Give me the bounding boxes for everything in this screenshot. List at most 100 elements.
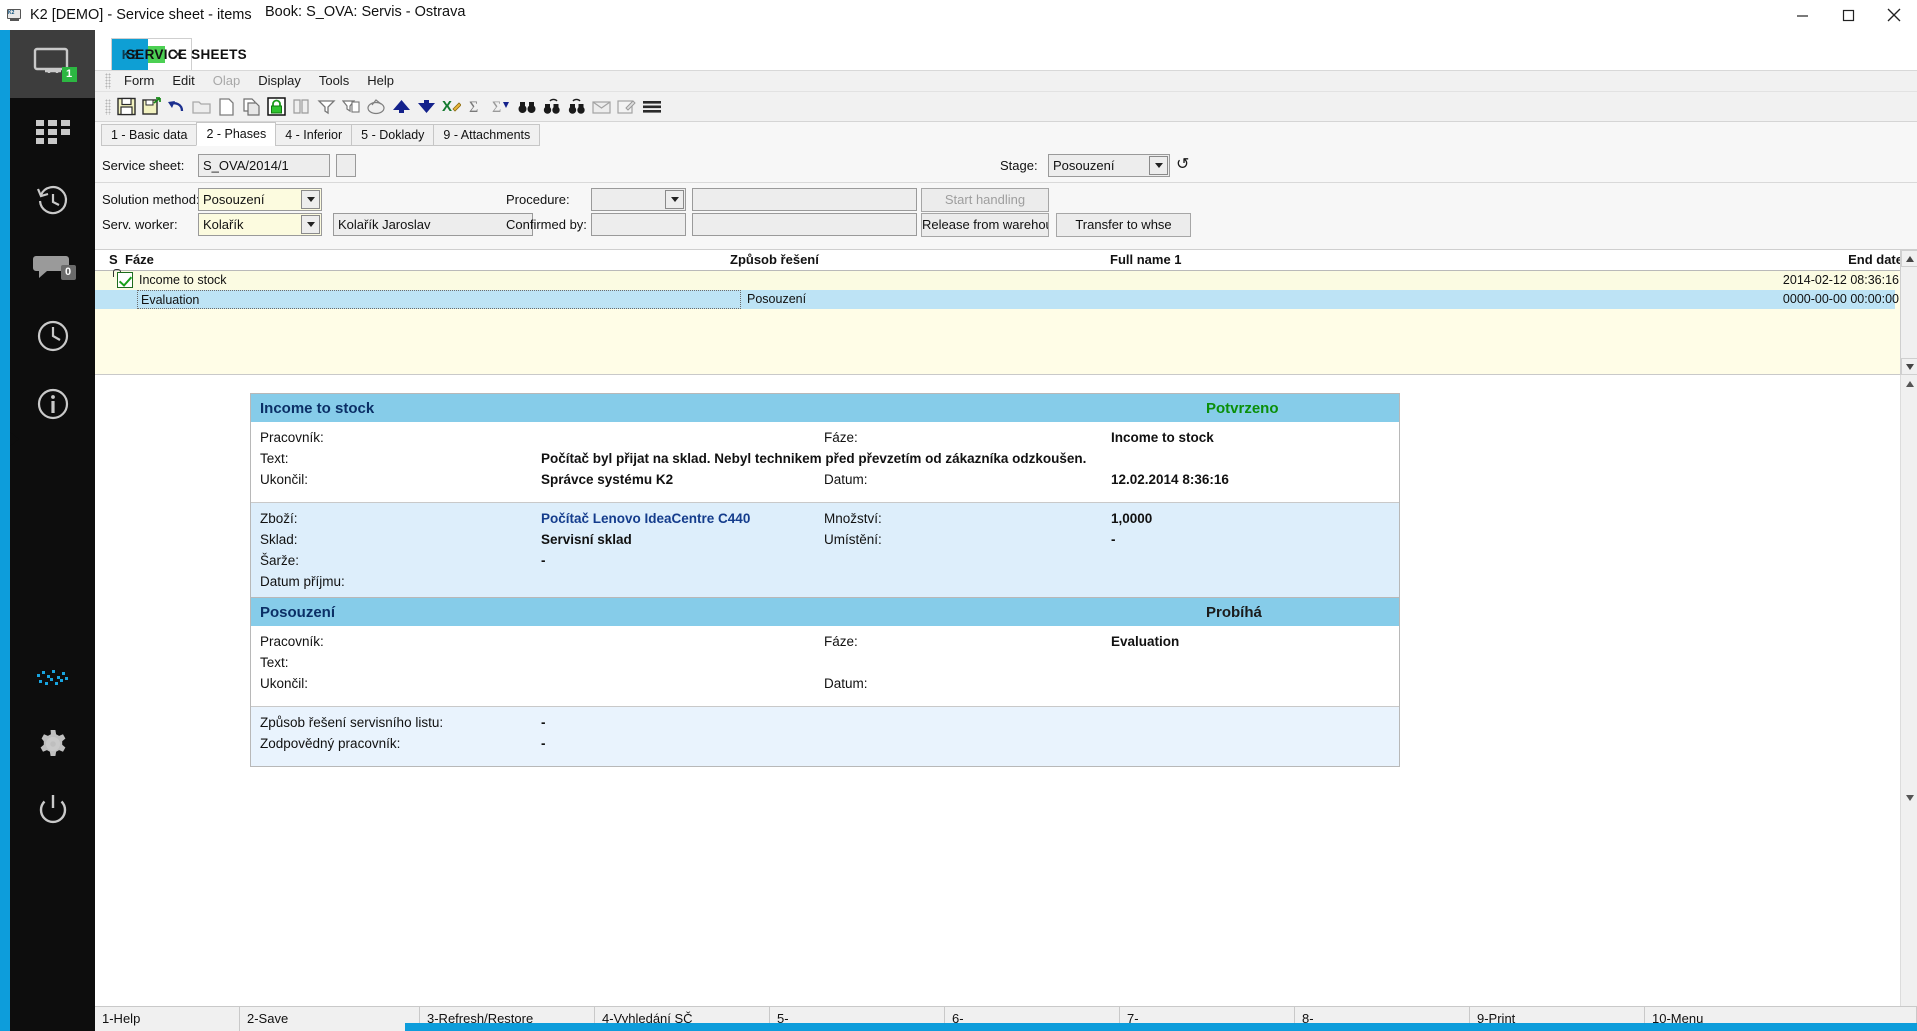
solution-method-combo[interactable]: Posouzení <box>198 188 322 211</box>
close-icon[interactable] <box>1871 0 1917 30</box>
messages-badge: 0 <box>60 265 76 280</box>
grid-col-enddate[interactable]: End date <box>1783 250 1903 270</box>
svg-text:Σ: Σ <box>469 99 478 116</box>
procedure-combo[interactable] <box>591 188 686 211</box>
transfer-to-whse-button[interactable]: Transfer to whse <box>1056 213 1191 237</box>
serv-worker-name-input[interactable]: Kolařík Jaroslav <box>333 213 533 236</box>
rail-item-messages[interactable]: 0 <box>10 234 95 302</box>
release-from-warehouse-button[interactable]: Release from warehouse <box>921 213 1049 237</box>
save-icon[interactable] <box>115 95 138 119</box>
rail-item-history[interactable] <box>10 166 95 234</box>
stage-combo[interactable]: Posouzení <box>1048 154 1170 177</box>
rail-item-settings[interactable] <box>10 710 95 778</box>
detail-row: Pracovník: Fáze: Evaluation <box>251 634 1399 655</box>
chevron-down-icon[interactable] <box>665 190 684 209</box>
grid-header-row: S Fáze Způsob řešení Full name 1 End dat… <box>95 250 1917 271</box>
find-prev-icon[interactable] <box>540 95 563 119</box>
grid-col-s[interactable]: S <box>109 250 118 270</box>
chevron-down-icon[interactable] <box>301 190 320 209</box>
chevron-down-icon[interactable] <box>1149 156 1168 175</box>
card-section-solution: Způsob řešení servisního listu: - Zodpov… <box>251 707 1399 766</box>
find-icon[interactable] <box>515 95 538 119</box>
cell-enddate: 0000-00-00 00:00:00 <box>1782 292 1899 306</box>
detail-vertical-scrollbar[interactable] <box>1900 375 1917 1006</box>
page-tab-doklady[interactable]: 5 - Doklady <box>351 124 435 146</box>
confirmed-by-name-input[interactable] <box>692 213 917 236</box>
find-next-icon[interactable] <box>565 95 588 119</box>
table-row[interactable]: Income to stock 2014-02-12 08:36:16 <box>95 269 1899 290</box>
service-sheet-extra-box[interactable] <box>336 154 356 177</box>
label-datum: Datum: <box>824 472 868 487</box>
row-status-checkbox[interactable] <box>117 272 133 288</box>
maximize-icon[interactable] <box>1825 0 1871 30</box>
label-mnozstvi: Množství: <box>824 511 882 526</box>
copy-icon[interactable] <box>240 95 263 119</box>
menu-item-form[interactable]: Form <box>115 71 163 91</box>
open-folder-icon[interactable] <box>190 95 213 119</box>
detail-row: Text: <box>251 655 1399 676</box>
sparkle-icon <box>36 670 68 685</box>
rail-item-desktop[interactable]: 1 <box>10 30 95 98</box>
procedure-name-input[interactable] <box>692 188 917 211</box>
value-zbozi[interactable]: Počítač Lenovo IdeaCentre C440 <box>541 511 750 526</box>
stage-history-icon[interactable]: ↺ <box>1176 154 1189 174</box>
page-tab-inferior[interactable]: 4 - Inferior <box>275 124 353 146</box>
lock-icon[interactable] <box>265 95 288 119</box>
cell-faze: Evaluation <box>137 290 741 309</box>
rail-item-info[interactable] <box>10 370 95 438</box>
grid-vertical-scrollbar[interactable] <box>1900 250 1917 375</box>
filter-edit-icon[interactable] <box>340 95 363 119</box>
minimize-icon[interactable] <box>1779 0 1825 30</box>
rail-item-apps[interactable] <box>10 98 95 166</box>
page-tab-phases[interactable]: 2 - Phases <box>196 122 277 146</box>
menu-item-display[interactable]: Display <box>249 71 310 91</box>
grid-col-zpusob[interactable]: Způsob řešení <box>730 250 819 270</box>
notes-icon[interactable] <box>615 95 638 119</box>
rail-item-sparkle[interactable] <box>10 645 95 713</box>
sort-icon[interactable]: Σ <box>490 95 513 119</box>
tab-service-sheets[interactable]: K2 SERVICE SHEETS ✕ <box>111 38 247 70</box>
fkey-1-help[interactable]: 1-Help <box>95 1007 240 1031</box>
menu-list-icon[interactable] <box>640 95 663 119</box>
label-faze: Fáze: <box>824 430 858 445</box>
rail-item-clock[interactable] <box>10 302 95 370</box>
toolbar-grip[interactable] <box>105 98 111 115</box>
table-row[interactable]: Evaluation Posouzení 0000-00-00 00:00:00 <box>95 290 1899 309</box>
scroll-down-icon[interactable] <box>1901 789 1917 806</box>
grid-col-fullname[interactable]: Full name 1 <box>1110 250 1182 270</box>
export-excel-icon[interactable]: X <box>440 95 463 119</box>
settings-gear-icon <box>40 730 65 756</box>
page-tab-attachments[interactable]: 9 - Attachments <box>433 124 541 146</box>
undo-icon[interactable] <box>165 95 188 119</box>
history-icon <box>36 185 67 215</box>
service-sheet-input[interactable]: S_OVA/2014/1 <box>198 154 330 177</box>
confirmed-by-input[interactable] <box>591 213 686 236</box>
label-ukoncil: Ukončil: <box>260 676 309 691</box>
scroll-up-icon[interactable] <box>1901 375 1917 392</box>
solution-method-value: Posouzení <box>203 192 265 207</box>
scroll-up-icon[interactable] <box>1901 250 1917 267</box>
card-status-badge: Potvrzeno <box>1206 399 1279 417</box>
rail-item-power[interactable] <box>10 775 95 843</box>
mail-icon[interactable] <box>590 95 613 119</box>
rail-expand-arrow[interactable] <box>10 428 20 450</box>
sum-icon[interactable]: Σ <box>465 95 488 119</box>
menu-grip[interactable] <box>105 73 111 89</box>
save-as-icon[interactable] <box>140 95 163 119</box>
service-sheet-label: Service sheet: <box>102 158 185 173</box>
menu-item-edit[interactable]: Edit <box>163 71 203 91</box>
grid-col-faze[interactable]: Fáze <box>125 250 154 270</box>
filter-icon[interactable] <box>315 95 338 119</box>
new-document-icon[interactable] <box>215 95 238 119</box>
page-tab-basic-data[interactable]: 1 - Basic data <box>101 124 198 146</box>
menu-item-tools[interactable]: Tools <box>310 71 358 91</box>
menu-item-help[interactable]: Help <box>358 71 403 91</box>
print-icon[interactable] <box>365 95 388 119</box>
move-up-icon[interactable] <box>390 95 413 119</box>
serv-worker-combo[interactable]: Kolařík <box>198 213 322 236</box>
book-icon[interactable] <box>290 95 313 119</box>
move-down-icon[interactable] <box>415 95 438 119</box>
chevron-down-icon[interactable] <box>301 215 320 234</box>
fkey-2-save[interactable]: 2-Save <box>240 1007 420 1031</box>
scroll-down-icon[interactable] <box>1901 358 1917 375</box>
